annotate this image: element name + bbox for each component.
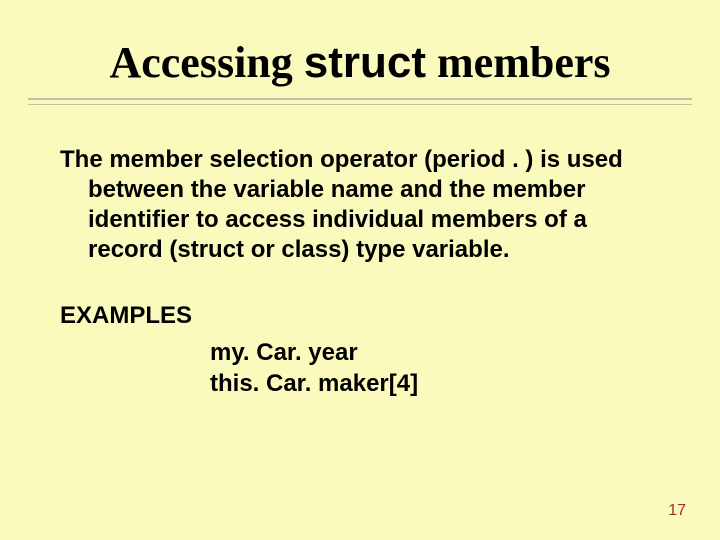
- examples-label: EXAMPLES: [60, 301, 660, 331]
- main-paragraph: The member selection operator (period . …: [60, 145, 660, 265]
- example-2: this. Car. maker[4]: [60, 368, 660, 399]
- example-1: my. Car. year: [60, 337, 660, 368]
- title-pre: Accessing: [109, 38, 303, 87]
- slide-title: Accessing struct members: [40, 40, 680, 86]
- body-area: The member selection operator (period . …: [0, 105, 720, 399]
- page-number: 17: [668, 502, 686, 520]
- title-post: members: [426, 38, 611, 87]
- title-struct-word: struct: [304, 38, 426, 87]
- slide: Accessing struct members The member sele…: [0, 0, 720, 540]
- title-underline: [28, 98, 692, 105]
- title-area: Accessing struct members: [0, 0, 720, 86]
